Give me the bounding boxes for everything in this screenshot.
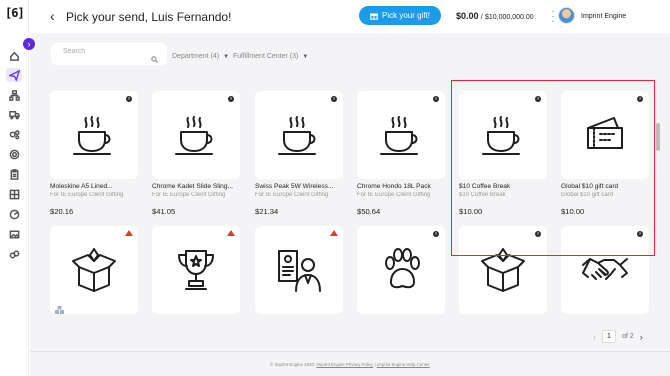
product-image[interactable] [255, 226, 343, 314]
budget-spent: $0.00 [456, 11, 479, 21]
product-card[interactable]: ? Chrome Kadet Slide Sling... For IE Eur… [152, 91, 242, 216]
info-badge-icon[interactable]: ? [433, 231, 439, 237]
trophy-icon [178, 250, 214, 290]
org-chart-icon[interactable] [8, 89, 20, 101]
page-count: of 2 [622, 333, 634, 340]
department-filter[interactable]: Department (4) ▼ [172, 53, 229, 60]
target-icon[interactable] [8, 148, 20, 160]
product-price: $21.34 [255, 207, 279, 216]
clipboard-icon[interactable] [8, 168, 20, 180]
product-subtitle: For IE Europe Client Gifting [50, 192, 124, 198]
product-card[interactable]: ? Swiss Peak 5W Wireless... For IE Europ… [255, 91, 345, 216]
grid-icon[interactable] [8, 188, 20, 200]
product-name[interactable]: Swiss Peak 5W Wireless... [255, 183, 345, 190]
more-options-icon[interactable]: · · · [550, 7, 556, 27]
copyright-text: © Imprint Engine 2020. [270, 362, 316, 367]
gift-icon [369, 12, 378, 20]
privacy-policy-link[interactable]: Imprint Engine Privacy Policy [316, 362, 373, 367]
warning-icon[interactable] [125, 230, 133, 236]
budget-separator: / [480, 14, 483, 21]
product-image[interactable] [50, 226, 138, 314]
chevron-right-icon[interactable]: › [640, 332, 643, 342]
pagination: ‹ 1 of 2 › [593, 330, 643, 343]
app-logo[interactable]: [6] [5, 6, 25, 22]
info-badge-icon[interactable]: ? [331, 96, 337, 102]
stack-icon [55, 301, 64, 314]
product-card[interactable]: ? Chrome Hondo 18L Pack For IE Europe Cl… [357, 91, 447, 216]
send-icon[interactable] [6, 68, 22, 82]
coffee-cup-icon [175, 116, 213, 155]
main-content: Department (4) ▼ Fulfillment Center (3) … [30, 33, 670, 376]
user-name[interactable]: Imprint Engine [581, 13, 626, 20]
search-box[interactable] [51, 43, 167, 65]
footer-separator: | [374, 362, 376, 367]
back-arrow-icon[interactable]: ‹ [50, 8, 55, 24]
left-rail: [6] [0, 0, 29, 376]
avatar[interactable] [558, 7, 575, 24]
product-image[interactable] [152, 226, 240, 314]
paw-icon [385, 248, 420, 289]
gift-box-icon [72, 248, 116, 292]
product-image[interactable]: ? [152, 91, 240, 179]
product-card[interactable] [255, 226, 345, 314]
chevron-left-icon[interactable]: ‹ [593, 332, 596, 342]
page-number-input[interactable]: 1 [602, 330, 616, 343]
product-image[interactable]: ? [357, 91, 445, 179]
product-image[interactable]: ? [357, 226, 445, 314]
product-price: $20.16 [50, 207, 74, 216]
pick-your-gift-button[interactable]: Pick your gift! [359, 6, 441, 25]
product-card[interactable] [152, 226, 242, 314]
product-name[interactable]: Chrome Kadet Slide Sling... [152, 183, 242, 190]
chevron-down-icon: ▼ [223, 53, 230, 60]
top-header: ‹ Pick your send, Luis Fernando! Pick yo… [30, 0, 670, 33]
product-image[interactable]: ? [50, 91, 138, 179]
home-icon[interactable] [8, 50, 20, 62]
help-center-link[interactable]: Imprint Engine Help Center [377, 362, 430, 367]
product-subtitle: For IE Europe Client Gifting [152, 192, 226, 198]
gear-group-icon[interactable] [8, 128, 20, 140]
warning-icon[interactable] [227, 230, 235, 236]
budget-display: $0.00 / $10,000,000.00 [456, 11, 534, 21]
info-badge-icon[interactable]: ? [228, 96, 234, 102]
scrollbar[interactable] [656, 123, 660, 151]
dashboard-icon[interactable] [8, 208, 20, 220]
department-filter-label: Department (4) [172, 53, 220, 60]
product-price: $41.05 [152, 207, 176, 216]
product-image[interactable]: ? [255, 91, 343, 179]
image-icon[interactable] [8, 228, 20, 240]
truck-icon[interactable] [8, 108, 20, 120]
product-subtitle: For IE Europe Client Gifting [255, 192, 329, 198]
fulfillment-filter-label: Fulfillment Center (3) [233, 53, 299, 60]
info-badge-icon[interactable]: ? [126, 96, 132, 102]
warning-icon[interactable] [330, 230, 338, 236]
footer: © Imprint Engine 2020. Imprint Engine Pr… [30, 351, 670, 376]
product-name[interactable]: Moleskine A5 Lined... [50, 183, 140, 190]
pick-your-gift-label: Pick your gift! [381, 11, 430, 20]
collapse-rail-button[interactable]: › [23, 38, 35, 50]
product-card[interactable]: ? Moleskine A5 Lined... For IE Europe Cl… [50, 91, 140, 216]
product-card[interactable]: ? [357, 226, 447, 314]
fulfillment-center-filter[interactable]: Fulfillment Center (3) ▼ [233, 53, 308, 60]
coffee-cup-icon [278, 116, 316, 155]
chevron-down-icon: ▼ [302, 53, 309, 60]
info-badge-icon[interactable]: ? [433, 96, 439, 102]
id-badge-person-icon [278, 250, 321, 292]
integrations-icon[interactable] [8, 248, 20, 260]
product-card[interactable] [50, 226, 140, 314]
selection-highlight [451, 80, 655, 256]
search-input[interactable] [63, 48, 143, 55]
product-price: $50.64 [357, 207, 381, 216]
budget-total: $10,000,000.00 [484, 14, 534, 21]
page-title: Pick your send, Luis Fernando! [66, 10, 232, 24]
coffee-cup-icon [73, 116, 111, 155]
product-name[interactable]: Chrome Hondo 18L Pack [357, 183, 447, 190]
product-subtitle: For IE Europe Client Gifting [357, 192, 431, 198]
coffee-cup-icon [380, 116, 418, 155]
search-icon[interactable] [151, 50, 158, 63]
